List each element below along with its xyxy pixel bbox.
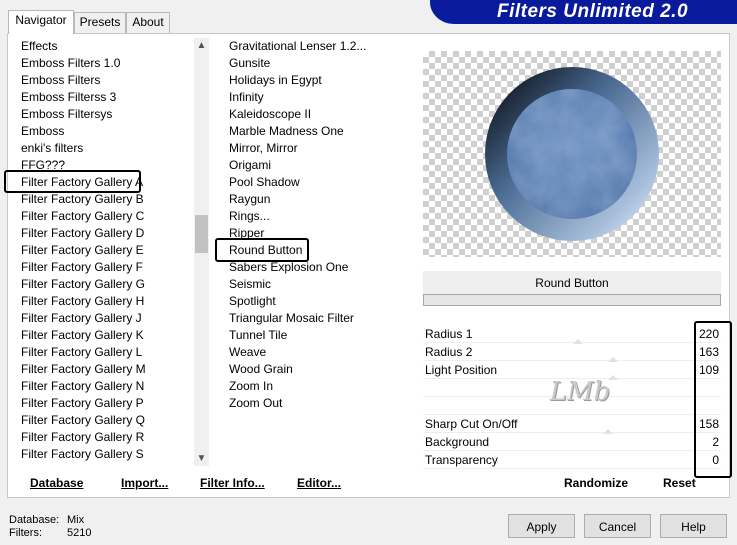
param-row[interactable]: Transparency 0 [423, 451, 721, 469]
filter-list[interactable]: Gravitational Lenser 1.2... Gunsite Holida… [229, 38, 419, 412]
cancel-button[interactable]: Cancel [584, 514, 651, 538]
filter-item[interactable]: Zoom Out [229, 395, 419, 412]
param-label: Transparency [425, 453, 498, 467]
filter-item[interactable]: Spotlight [229, 293, 419, 310]
scroll-thumb[interactable] [195, 215, 208, 253]
category-item[interactable]: Emboss Filtersys [21, 106, 146, 123]
param-label: Background [425, 435, 490, 449]
category-item[interactable]: Filter Factory Gallery L [21, 344, 146, 361]
status-database-label: Database: [9, 514, 60, 526]
category-item[interactable]: Filter Factory Gallery D [21, 225, 146, 242]
filter-item[interactable]: Weave [229, 344, 419, 361]
category-item[interactable]: Emboss Filters [21, 72, 146, 89]
category-item[interactable]: Filter Factory Gallery Q [21, 412, 146, 429]
scroll-up-icon[interactable]: ▲ [194, 38, 209, 53]
param-label: Light Position [425, 363, 498, 377]
param-label: Radius 2 [425, 345, 473, 359]
category-item[interactable]: Filter Factory Gallery B [21, 191, 146, 208]
category-list-container: Effects Emboss Filters 1.0 Emboss Filters E… [14, 38, 194, 466]
app-banner: Filters Unlimited 2.0 [430, 0, 737, 24]
help-button[interactable]: Help [660, 514, 727, 538]
category-selection-highlight [4, 170, 141, 193]
category-item[interactable]: Filter Factory Gallery F [21, 259, 146, 276]
database-button[interactable]: Database [30, 476, 83, 490]
category-item[interactable]: Filter Factory Gallery K [21, 327, 146, 344]
randomize-button[interactable]: Randomize [564, 476, 628, 490]
param-row[interactable]: Background 2 [423, 433, 721, 451]
reset-button[interactable]: Reset [663, 476, 696, 490]
category-item[interactable]: enki's filters [21, 140, 146, 157]
category-item[interactable]: Emboss Filters 1.0 [21, 55, 146, 72]
preview-area [423, 51, 721, 257]
param-label: Sharp Cut On/Off [425, 417, 518, 431]
category-item[interactable]: Filter Factory Gallery M [21, 361, 146, 378]
category-item[interactable]: Emboss Filterss 3 [21, 89, 146, 106]
param-row[interactable]: Sharp Cut On/Off 158 [423, 415, 721, 434]
import-button[interactable]: Import... [121, 476, 168, 490]
category-item[interactable]: Filter Factory Gallery N [21, 378, 146, 395]
category-list[interactable]: Effects Emboss Filters 1.0 Emboss Filters E… [21, 38, 146, 466]
values-highlight [694, 321, 732, 478]
category-item[interactable]: Filter Factory Gallery J [21, 310, 146, 327]
round-button-preview [485, 67, 659, 241]
tab-presets[interactable]: Presets [74, 12, 126, 33]
category-scrollbar[interactable]: ▲ ▼ [194, 38, 209, 466]
param-row[interactable]: Radius 1 220 [423, 325, 721, 344]
category-item[interactable]: Filter Factory Gallery C [21, 208, 146, 225]
category-item[interactable]: Filter Factory Gallery P [21, 395, 146, 412]
category-item[interactable]: Filter Factory Gallery H [21, 293, 146, 310]
category-item[interactable]: Filter Factory Gallery G [21, 276, 146, 293]
filter-item[interactable]: Kaleidoscope II [229, 106, 419, 123]
apply-button[interactable]: Apply [508, 514, 575, 538]
filter-item[interactable]: Tunnel Tile [229, 327, 419, 344]
filter-item[interactable]: Gravitational Lenser 1.2... [229, 38, 419, 55]
category-item[interactable]: Emboss [21, 123, 146, 140]
filter-info-button[interactable]: Filter Info... [200, 476, 265, 490]
category-item[interactable]: Filter Factory Gallery T [21, 463, 146, 466]
filter-item[interactable]: Origami [229, 157, 419, 174]
filter-item[interactable]: Holidays in Egypt [229, 72, 419, 89]
filter-item[interactable]: Marble Madness One [229, 123, 419, 140]
category-item[interactable]: Filter Factory Gallery R [21, 429, 146, 446]
category-item[interactable]: Effects [21, 38, 146, 55]
filter-selection-highlight [215, 238, 309, 262]
filter-item[interactable]: Pool Shadow [229, 174, 419, 191]
tab-navigator[interactable]: Navigator [8, 10, 74, 34]
category-item[interactable]: Filter Factory Gallery E [21, 242, 146, 259]
selected-filter-name: Round Button [423, 271, 721, 295]
filter-item[interactable]: Zoom In [229, 378, 419, 395]
filter-item[interactable]: Raygun [229, 191, 419, 208]
progress-bar [423, 294, 721, 306]
status-filters-label: Filters: [9, 527, 42, 539]
tab-about[interactable]: About [126, 12, 170, 33]
status-filters-value: 5210 [67, 527, 92, 539]
filter-item[interactable]: Triangular Mosaic Filter [229, 310, 419, 327]
filter-item[interactable]: Wood Grain [229, 361, 419, 378]
filter-item[interactable]: Seismic [229, 276, 419, 293]
editor-button[interactable]: Editor... [297, 476, 341, 490]
filter-item[interactable]: Mirror, Mirror [229, 140, 419, 157]
param-row[interactable]: Radius 2 163 [423, 343, 721, 362]
status-database-value: Mix [67, 514, 85, 526]
scroll-down-icon[interactable]: ▼ [194, 451, 209, 466]
watermark-logo: LMb [549, 377, 611, 407]
filter-item[interactable]: Infinity [229, 89, 419, 106]
category-item[interactable]: Filter Factory Gallery S [21, 446, 146, 463]
filter-item[interactable]: Gunsite [229, 55, 419, 72]
param-label: Radius 1 [425, 327, 473, 341]
filter-item[interactable]: Rings... [229, 208, 419, 225]
